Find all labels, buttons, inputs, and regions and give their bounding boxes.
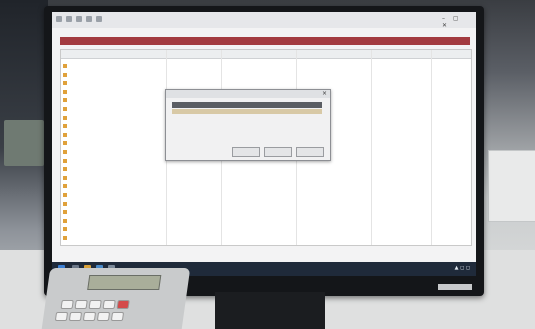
- monitor-stand: [215, 292, 325, 329]
- calculator-key: [60, 300, 74, 309]
- system-tray[interactable]: ▲ ◻ ◻: [455, 265, 470, 271]
- toolbar-icon[interactable]: [66, 16, 72, 22]
- folder-icon: [63, 132, 67, 137]
- calculator: [41, 268, 191, 329]
- dialog-button[interactable]: [232, 147, 260, 157]
- close-icon[interactable]: ×: [322, 90, 327, 97]
- section-header: [60, 37, 470, 45]
- calculator-key: [88, 300, 102, 309]
- dialog-titlebar: ×: [166, 90, 330, 98]
- table-header: [61, 50, 471, 59]
- dialog-selected-field[interactable]: [172, 102, 322, 108]
- table-row[interactable]: [63, 79, 469, 87]
- table-row[interactable]: [63, 200, 469, 208]
- app-titlebar: – ▢ ✕: [52, 12, 476, 29]
- calculator-display: [87, 275, 162, 290]
- table-row[interactable]: [63, 191, 469, 199]
- folder-icon: [63, 64, 67, 68]
- dialog-highlight-field[interactable]: [172, 109, 322, 114]
- calculator-key: [82, 312, 97, 321]
- folder-icon: [63, 124, 67, 129]
- toolbar-icon[interactable]: [96, 16, 102, 22]
- folder-icon: [63, 193, 67, 197]
- right-device: [488, 150, 535, 222]
- table-row[interactable]: [63, 182, 469, 190]
- dialog-button[interactable]: [264, 147, 292, 157]
- folder-icon: [63, 201, 67, 206]
- calculator-key: [116, 300, 130, 309]
- folder-icon: [63, 210, 67, 215]
- folder-icon: [63, 167, 67, 172]
- table-row[interactable]: [63, 174, 469, 182]
- dialog-line: [174, 123, 244, 127]
- monitor-brand-badge: [438, 284, 472, 290]
- table-row[interactable]: [63, 217, 469, 225]
- dialog-line: [174, 129, 244, 133]
- folder-icon: [63, 184, 67, 189]
- window-controls-icon[interactable]: – ▢ ✕: [442, 15, 472, 29]
- dialog-line: [174, 135, 244, 139]
- folder-icon: [63, 175, 67, 180]
- table-row[interactable]: [63, 208, 469, 216]
- table-row[interactable]: [63, 71, 469, 79]
- folder-icon: [63, 236, 67, 240]
- folder-icon: [63, 72, 67, 77]
- folder-icon: [63, 115, 67, 120]
- table-row[interactable]: [63, 225, 469, 233]
- folder-icon: [63, 227, 67, 232]
- folder-icon: [63, 158, 67, 163]
- folder-icon: [63, 141, 67, 146]
- folder-icon: [63, 107, 67, 111]
- calculator-key: [54, 312, 69, 321]
- calculator-key: [68, 312, 83, 321]
- dialog-box: ×: [165, 89, 331, 161]
- table-row[interactable]: [63, 62, 469, 70]
- table-row[interactable]: [63, 165, 469, 173]
- toolbar-icon[interactable]: [56, 16, 62, 22]
- calculator-key: [110, 312, 125, 321]
- calculator-key: [102, 300, 116, 309]
- toolbar-icon[interactable]: [76, 16, 82, 22]
- folder-icon: [63, 150, 67, 154]
- left-device: [4, 120, 44, 166]
- folder-icon: [63, 218, 67, 223]
- calculator-key: [74, 300, 88, 309]
- folder-icon: [63, 81, 67, 86]
- folder-icon: [63, 98, 67, 103]
- calculator-key: [96, 312, 111, 321]
- toolbar-icon[interactable]: [86, 16, 92, 22]
- dialog-button[interactable]: [296, 147, 324, 157]
- monitor-screen: – ▢ ✕ × ▲ ◻ ◻: [52, 12, 476, 276]
- dialog-line: [174, 117, 244, 121]
- folder-icon: [63, 89, 67, 94]
- table-row[interactable]: [63, 234, 469, 242]
